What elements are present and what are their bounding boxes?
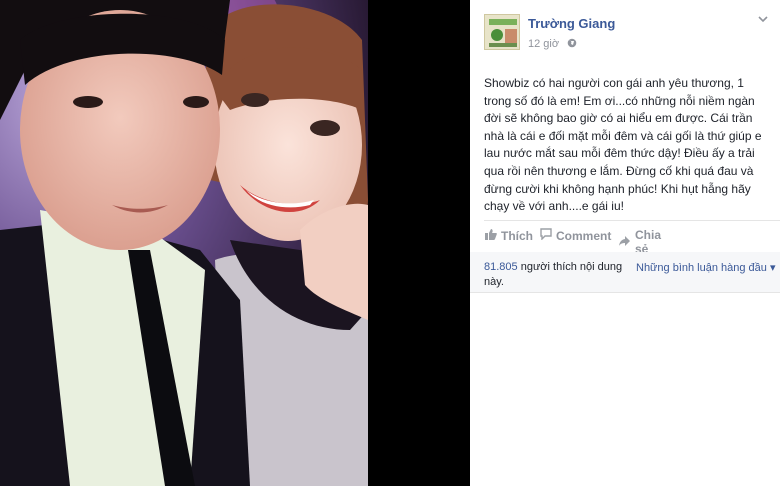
likes-summary: 81.805 người thích nội dung này. [484,260,624,290]
post-text-line: chạy về với anh....e gái iu! [484,199,624,214]
likes-text: người thích nội dung [517,261,623,273]
post-text: Showbiz có hai người con gái anh yêu thư… [484,75,772,216]
globe-icon [567,38,577,51]
share-icon [618,235,631,250]
avatar-image [485,15,519,49]
post-text-line: đời sẽ không bao giờ có ai hiểu em được.… [484,111,753,126]
post-text-line: lau nước mắt sau mỗi đêm thức dậy! Điều … [484,146,755,161]
photo-viewer: Trường Giang 12 giờ Showbiz có hai người… [0,0,780,486]
comment-button[interactable]: Comment [540,228,611,243]
avatar[interactable] [484,14,520,50]
post-text-line: đừng cười khi không hạnh phúc! Khi hụt h… [484,181,751,196]
post-text-line: qua rồi nên thương e lắm. Đừng cố khi qu… [484,163,754,178]
likes-text-end: này. [484,276,504,288]
post-text-line: nhà là cái e đối mặt mỗi đêm và cái gối … [484,128,762,143]
comment-sort-dropdown[interactable]: Những bình luận hàng đầu ▾ [636,261,776,274]
caret-down-icon: ▾ [769,262,776,274]
likes-bar: 81.805 người thích nội dung này. Những b… [470,252,780,293]
post-text-line: Showbiz có hai người con gái anh yêu thư… [484,76,744,90]
like-button[interactable]: Thích [484,228,533,243]
post-header: Trường Giang 12 giờ [470,0,780,60]
post-time[interactable]: 12 giờ [528,38,559,50]
comment-sort-label: Những bình luận hàng đầu [636,262,767,274]
thumbs-up-icon [484,228,497,243]
chevron-down-icon[interactable] [758,14,768,26]
photo-illustration [0,0,368,486]
comment-label: Comment [556,228,612,243]
divider [484,220,780,221]
post-panel: Trường Giang 12 giờ Showbiz có hai người… [470,0,780,486]
author-name[interactable]: Trường Giang [528,16,615,31]
like-label: Thích [501,228,533,243]
post-photo[interactable] [0,0,368,486]
post-text-line: trong số đó là em! Em ơi...có những nỗi … [484,93,755,108]
likes-count[interactable]: 81.805 [484,261,518,273]
comment-icon [540,228,552,243]
